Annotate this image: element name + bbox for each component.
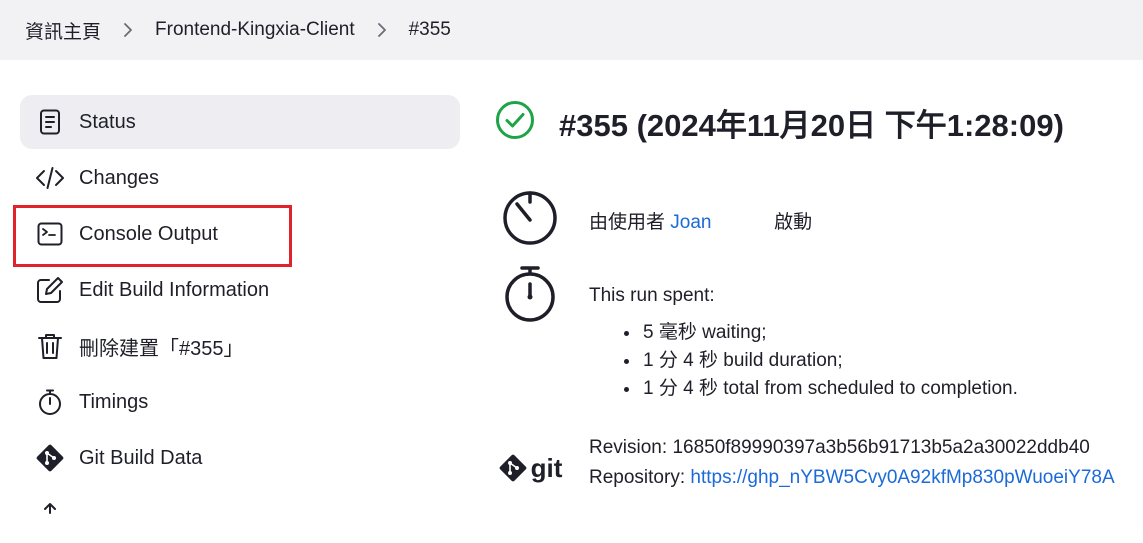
timer-icon (495, 187, 565, 249)
build-main: #355 (2024年11月20日 下午1:28:09) 由使用者 Joan 啟… (495, 95, 1143, 488)
build-header: #355 (2024年11月20日 下午1:28:09) (495, 95, 1143, 149)
breadcrumb-job[interactable]: Frontend-Kingxia-Client (155, 19, 355, 41)
stopwatch-icon (495, 263, 565, 325)
edit-icon (35, 275, 65, 305)
sidebar-item-label: Git Build Data (79, 446, 203, 469)
code-icon (35, 163, 65, 193)
chevron-right-icon (373, 21, 391, 39)
started-prefix: 由使用者 (589, 212, 666, 233)
started-suffix: 啟動 (774, 212, 813, 233)
list-item: 1 分 4 秒 total from scheduled to completi… (641, 375, 1018, 403)
sidebar-item-partial[interactable] (20, 487, 460, 541)
breadcrumb-dashboard[interactable]: 資訊主頁 (25, 17, 101, 44)
run-spent-block: This run spent: 5 毫秒 waiting; 1 分 4 秒 bu… (589, 285, 1018, 403)
git-diamond-icon (499, 454, 526, 482)
sidebar: Status Changes Console Output Edit Build… (20, 95, 460, 543)
revision-label: Revision (589, 437, 662, 458)
sidebar-item-label: Changes (79, 166, 160, 189)
success-check-icon (495, 100, 535, 145)
git-details: Revision: 16850f89990397a3b56b91713b5a2a… (589, 433, 1115, 493)
revision-value: 16850f89990397a3b56b91713b5a2a30022ddb40 (672, 437, 1090, 458)
sidebar-item-label: Status (79, 110, 136, 133)
trash-icon (35, 331, 65, 361)
sidebar-item-label: Timings (79, 390, 149, 413)
terminal-icon (35, 219, 65, 249)
git-info-row: git Revision: 16850f89990397a3b56b91713b… (495, 435, 1115, 501)
document-icon (35, 107, 65, 137)
sidebar-item-label: Console Output (79, 222, 218, 245)
repository-label: Repository (589, 467, 680, 488)
stopwatch-icon (35, 387, 65, 417)
sidebar-item-git-build-data[interactable]: Git Build Data (20, 431, 460, 485)
repository-colon: : (679, 467, 691, 488)
repository-line: Repository: https://ghp_nYBW5Cvy0A92kfMp… (589, 463, 1115, 493)
sidebar-item-edit-build-information[interactable]: Edit Build Information (20, 263, 460, 317)
sidebar-item-status[interactable]: Status (20, 95, 460, 149)
run-spent-row: This run spent: 5 毫秒 waiting; 1 分 4 秒 bu… (495, 263, 1018, 403)
revision-colon: : (661, 437, 673, 458)
sidebar-item-timings[interactable]: Timings (20, 375, 460, 429)
list-item: 5 毫秒 waiting; (641, 319, 1018, 347)
git-logo: git (495, 435, 565, 501)
user-link[interactable]: Joan (670, 212, 711, 233)
started-by-row: 由使用者 Joan 啟動 (495, 187, 812, 249)
chevron-right-icon (119, 21, 137, 39)
sidebar-item-label: Edit Build Information (79, 278, 270, 301)
git-logo-text: git (530, 452, 563, 483)
started-by-text: 由使用者 Joan 啟動 (589, 207, 812, 234)
git-icon (35, 443, 65, 473)
sidebar-item-changes[interactable]: Changes (20, 151, 460, 205)
list-item: 1 分 4 秒 build duration; (641, 347, 1018, 375)
run-spent-list: 5 毫秒 waiting; 1 分 4 秒 build duration; 1 … (589, 319, 1018, 403)
breadcrumb-build[interactable]: #355 (409, 19, 451, 41)
page-title: #355 (2024年11月20日 下午1:28:09) (559, 107, 1064, 143)
breadcrumb: 資訊主頁 Frontend-Kingxia-Client #355 (0, 0, 1143, 60)
run-spent-intro: This run spent: (589, 285, 715, 306)
sidebar-item-label: 刪除建置「#355」 (79, 337, 244, 360)
partial-icon (35, 499, 65, 529)
sidebar-item-console-output[interactable]: Console Output (20, 207, 460, 261)
repository-link[interactable]: https://ghp_nYBW5Cvy0A92kfMp830pWuoeiY78… (690, 467, 1114, 488)
revision-line: Revision: 16850f89990397a3b56b91713b5a2a… (589, 433, 1115, 463)
sidebar-item-delete-build[interactable]: 刪除建置「#355」 (20, 319, 460, 373)
